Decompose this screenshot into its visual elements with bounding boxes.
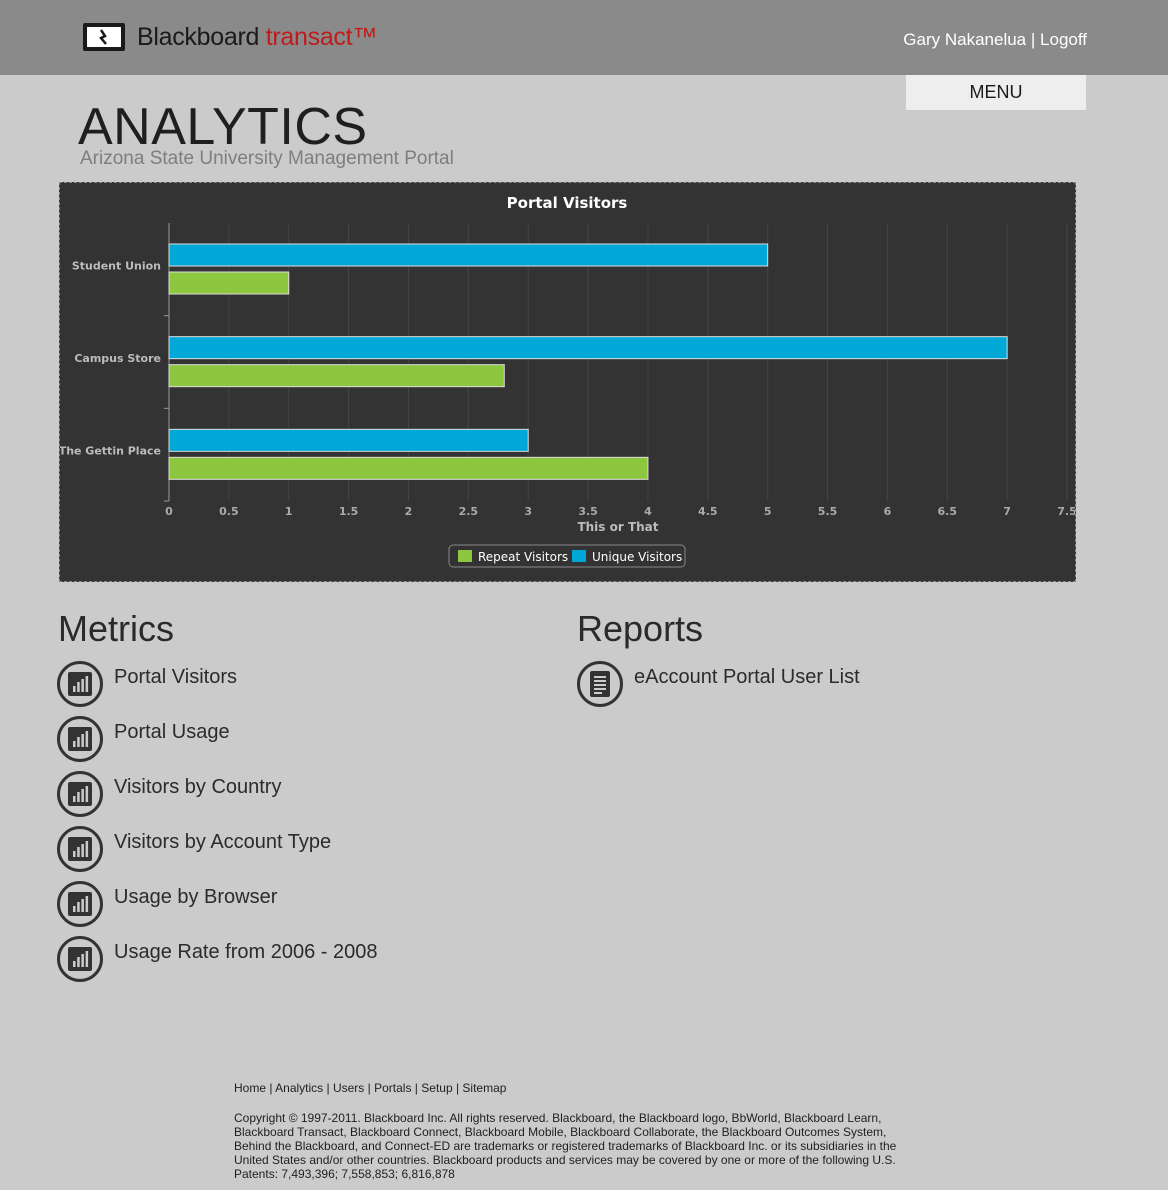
blackboard-logo-icon [81, 20, 127, 54]
footer-links: Home | Analytics | Users | Portals | Set… [234, 1081, 506, 1095]
footer-copyright: Copyright © 1997-2011. Blackboard Inc. A… [234, 1111, 897, 1181]
report-item[interactable]: eAccount Portal User List [577, 661, 860, 707]
user-links: Gary Nakanelua | Logoff [903, 30, 1087, 50]
x-axis-label: This or That [577, 520, 658, 534]
footer-separator: | [323, 1081, 333, 1095]
footer-link-setup[interactable]: Setup [421, 1081, 452, 1095]
bar-unique-visitors [168, 428, 529, 452]
x-tick-label: 4 [644, 505, 652, 518]
footer-link-sitemap[interactable]: Sitemap [462, 1081, 506, 1095]
footer-separator: | [411, 1081, 422, 1095]
x-tick-label: 2 [405, 505, 413, 518]
metric-item-label: Usage Rate from 2006 - 2008 [114, 940, 378, 963]
blackboard-logo[interactable]: Blackboard transact™ [81, 18, 377, 56]
y-category-label: Student Union [72, 259, 161, 272]
bar-repeat-visitors [168, 456, 649, 480]
metric-item[interactable]: Portal Visitors [57, 661, 237, 707]
footer-separator: | [452, 1081, 463, 1095]
footer-link-users[interactable]: Users [333, 1081, 364, 1095]
metric-item[interactable]: Visitors by Country [57, 771, 281, 817]
portal-visitors-chart: Portal Visitors 0 0.5 1 1.5 2 2.5 3 3.5 4 4.5 5 5.5 6… [59, 182, 1076, 582]
x-tick-label: 7.5 [1057, 505, 1075, 518]
x-tick-label: 0.5 [219, 505, 239, 518]
bar-unique-visitors [168, 336, 1008, 360]
footer-link-portals[interactable]: Portals [374, 1081, 411, 1095]
bar-repeat-visitors [168, 364, 505, 388]
logo-accent-text: transact™ [265, 22, 378, 51]
metric-item-label: Visitors by Country [114, 775, 282, 798]
bar-chart-icon [57, 936, 103, 982]
metric-item-label: Usage by Browser [114, 885, 278, 908]
x-tick-label: 4.5 [698, 505, 718, 518]
footer-link-home[interactable]: Home [234, 1081, 266, 1095]
metric-item[interactable]: Usage Rate from 2006 - 2008 [57, 936, 378, 982]
footer-separator: | [364, 1081, 375, 1095]
menu-button[interactable]: MENU [906, 75, 1086, 110]
top-header: Blackboard transact™ Gary Nakanelua | Lo… [0, 0, 1168, 75]
y-category-label: The Gettin Place [60, 445, 161, 458]
metric-item[interactable]: Usage by Browser [57, 881, 277, 927]
metric-item[interactable]: Portal Usage [57, 716, 230, 762]
user-name-link[interactable]: Gary Nakanelua [903, 30, 1026, 49]
bar-unique-visitors [168, 243, 769, 267]
reports-title: Reports [577, 608, 704, 649]
x-tick-label: 6 [884, 505, 892, 518]
bar-chart-icon [57, 661, 103, 707]
x-tick-label: 5 [764, 505, 772, 518]
y-category-label: Campus Store [74, 352, 161, 365]
footer-link-analytics[interactable]: Analytics [275, 1081, 323, 1095]
x-tick-label: 2.5 [459, 505, 479, 518]
legend-swatch [458, 550, 472, 562]
metric-item-label: Visitors by Account Type [114, 830, 332, 853]
legend-label: Repeat Visitors [478, 550, 568, 564]
legend-swatch [572, 550, 586, 562]
bar-chart-icon [57, 771, 103, 817]
metric-item-label: Portal Usage [114, 720, 230, 743]
x-tick-label: 0 [165, 505, 173, 518]
page-subtitle: Arizona State University Management Port… [80, 148, 454, 169]
document-icon [577, 661, 623, 707]
x-tick-label: 6.5 [938, 505, 958, 518]
legend-label: Unique Visitors [592, 550, 682, 564]
metric-item[interactable]: Visitors by Account Type [57, 826, 331, 872]
bar-chart-icon [57, 716, 103, 762]
chart-svg: Portal Visitors 0 0.5 1 1.5 2 2.5 3 3.5 4 4.5 5 5.5 6… [60, 194, 1075, 568]
x-tick-label: 3 [524, 505, 532, 518]
x-tick-label: 1 [285, 505, 293, 518]
x-tick-label: 3.5 [578, 505, 598, 518]
x-tick-label: 5.5 [818, 505, 838, 518]
chart-title: Portal Visitors [507, 194, 628, 212]
metrics-title: Metrics [58, 608, 174, 649]
metric-item-label: Portal Visitors [114, 665, 238, 688]
logo-main-text: Blackboard [137, 22, 260, 51]
report-item-label: eAccount Portal User List [634, 665, 860, 688]
x-tick-label: 7 [1003, 505, 1011, 518]
user-links-separator: | [1030, 30, 1036, 49]
bar-chart-icon [57, 881, 103, 927]
bar-chart-icon [57, 826, 103, 872]
x-tick-label: 1.5 [339, 505, 359, 518]
logoff-link[interactable]: Logoff [1040, 30, 1087, 49]
footer-separator: | [266, 1081, 276, 1095]
logo-text: Blackboard transact™ [137, 23, 377, 52]
bar-repeat-visitors [168, 271, 290, 295]
